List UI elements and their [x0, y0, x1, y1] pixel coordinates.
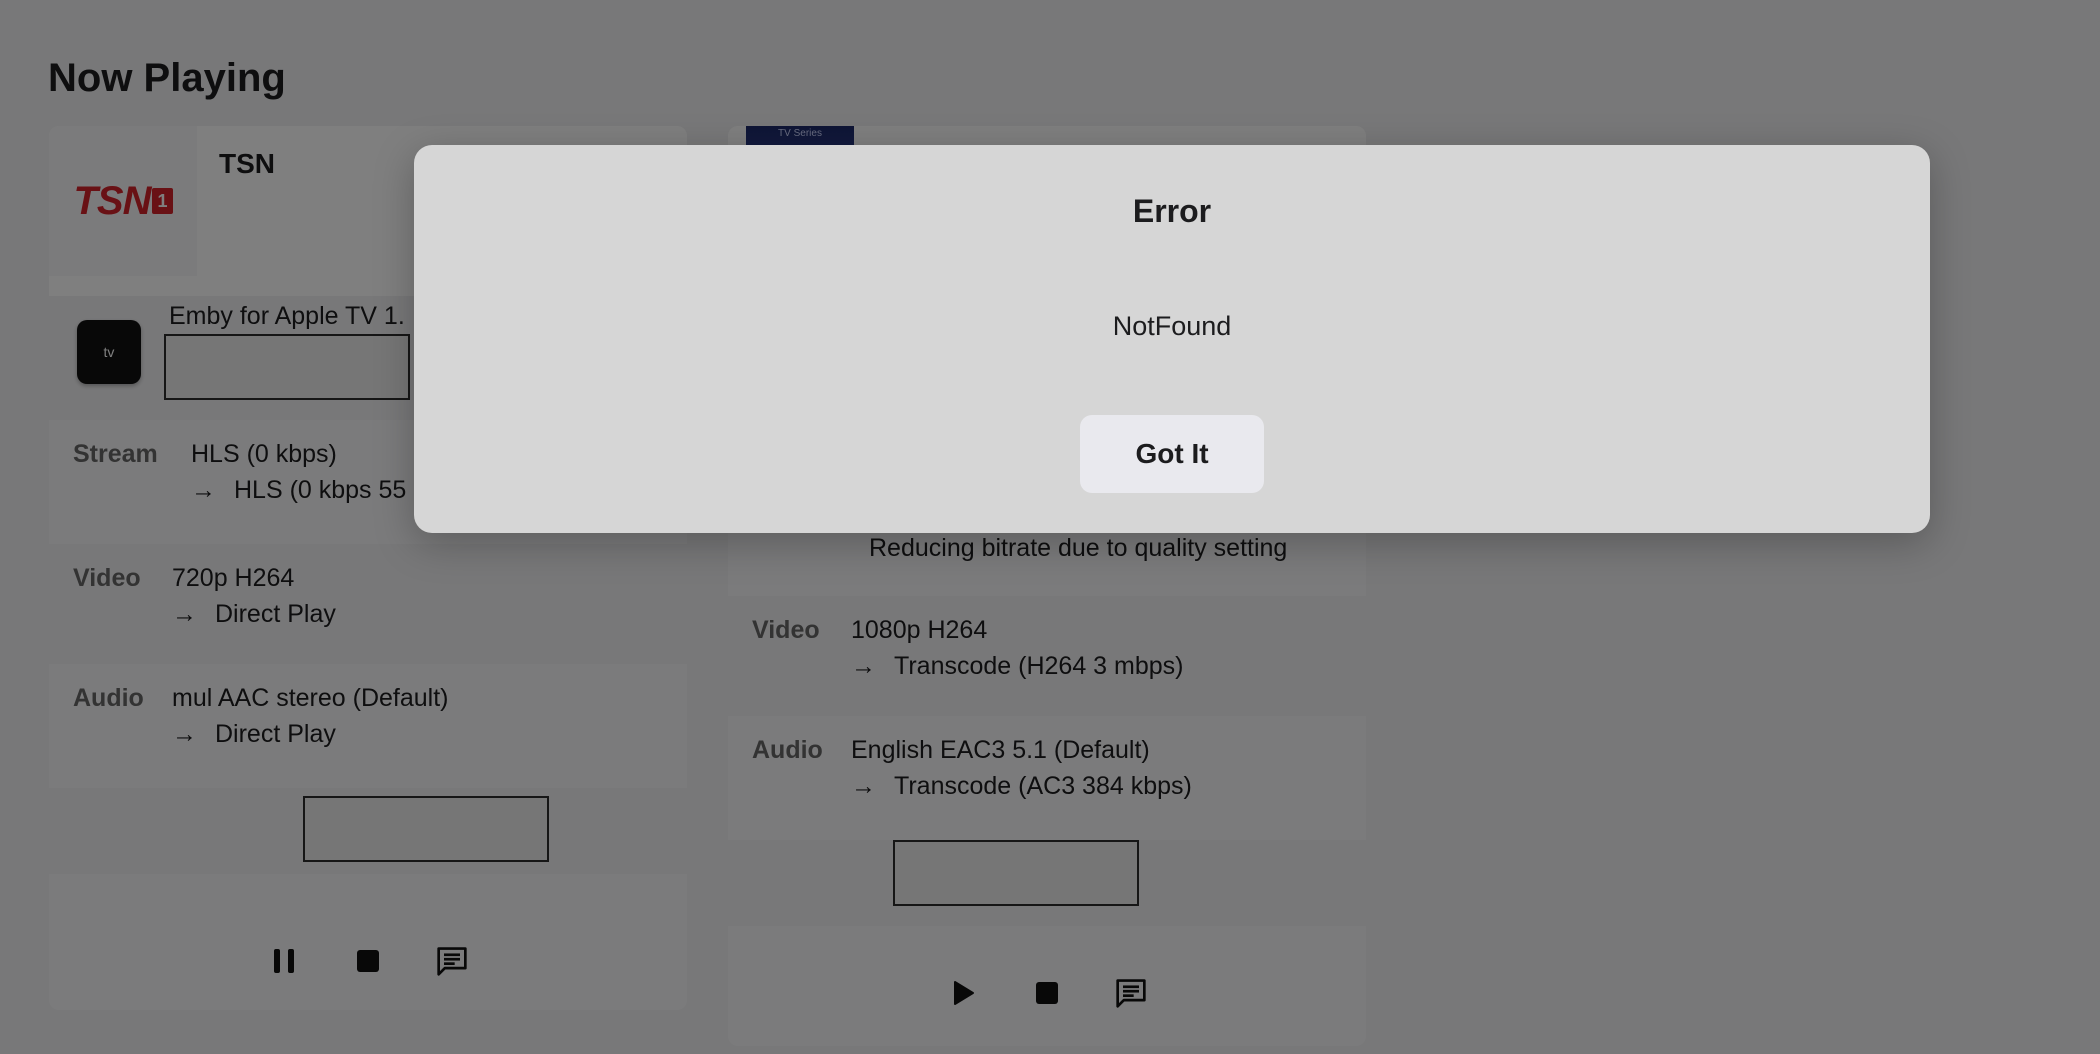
error-dialog: Error NotFound Got It — [414, 145, 1930, 533]
got-it-button[interactable]: Got It — [1080, 415, 1264, 493]
dialog-title: Error — [1132, 193, 1212, 229]
dialog-message: NotFound — [1112, 311, 1232, 341]
